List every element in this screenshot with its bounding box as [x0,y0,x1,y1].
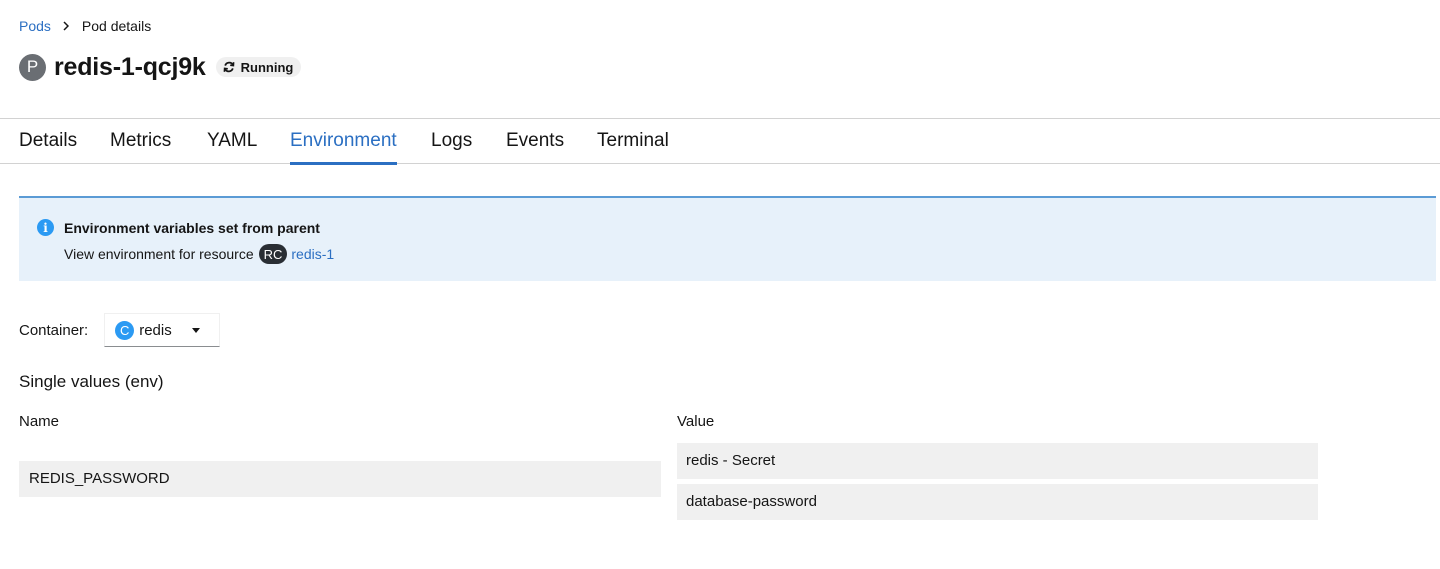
resource-link[interactable]: redis-1 [291,246,334,262]
replication-controller-resource-icon: RC [258,244,288,264]
page-title: redis-1-qcj9k [54,52,206,81]
sync-icon [223,61,235,73]
tab-logs[interactable]: Logs [431,119,472,164]
status-badge: Running [215,57,302,77]
pod-resource-icon: P [19,53,46,81]
caret-down-icon [192,327,201,333]
info-alert: i Environment variables set from parent … [19,196,1436,281]
container-dropdown[interactable]: C redis [104,313,221,347]
env-value-source-field: redis - Secret [677,443,1318,479]
breadcrumb: Pods Pod details [19,17,151,35]
alert-title: Environment variables set from parent [64,220,320,236]
container-selector-row: Container: C redis [19,313,221,347]
tab-details[interactable]: Details [19,119,77,164]
page-header: P redis-1-qcj9k Running [19,50,302,84]
status-text: Running [240,59,294,75]
info-icon: i [37,219,54,236]
container-selected-value: redis [139,321,172,339]
tab-bar: Details Metrics YAML Environment Logs Ev… [0,118,1440,165]
container-label: Container: [19,321,89,339]
alert-body: View environment for resource RC redis-1 [64,244,334,264]
tab-metrics[interactable]: Metrics [110,119,171,164]
chevron-right-icon [63,21,69,31]
tab-terminal[interactable]: Terminal [597,119,669,164]
breadcrumb-pods-link[interactable]: Pods [19,18,51,34]
value-column-header: Value [677,413,715,430]
tab-events[interactable]: Events [506,119,564,164]
env-value-key-field: database-password [677,484,1318,520]
name-column-header: Name [19,413,60,430]
env-name-field: REDIS_PASSWORD [19,461,661,497]
tab-yaml[interactable]: YAML [207,119,257,164]
section-title: Single values (env) [19,372,164,391]
tab-environment[interactable]: Environment [290,119,397,165]
breadcrumb-current: Pod details [81,18,152,34]
container-resource-icon: C [115,320,135,340]
alert-body-text: View environment for resource [64,246,254,262]
